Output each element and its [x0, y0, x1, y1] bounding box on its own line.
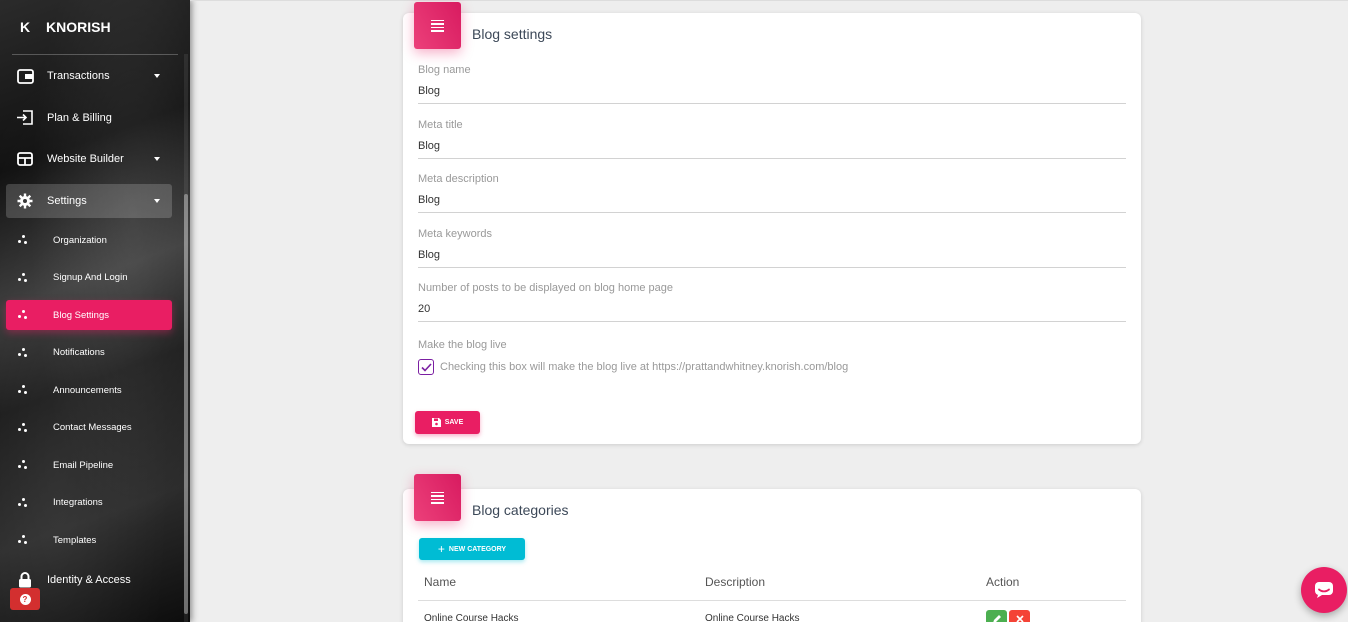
brand-mini-logo: K [20, 19, 31, 35]
table-header-divider [418, 600, 1126, 601]
card-title: Blog settings [472, 26, 553, 42]
sidebar-subitem-announcements[interactable]: Announcements [6, 375, 172, 405]
dots-icon [18, 460, 36, 470]
sidebar-subitem-label: Contact Messages [53, 422, 132, 433]
sidebar-item-label: Transactions [47, 70, 110, 82]
meta-description-field[interactable]: Meta description Blog [418, 173, 1126, 213]
sidebar-subitem-label: Announcements [53, 384, 122, 396]
field-label: Blog name [418, 64, 471, 76]
sidebar-subitem-label: Organization [53, 234, 107, 246]
blog-name-input[interactable]: Blog [418, 85, 1126, 104]
help-icon: ? [19, 593, 31, 605]
plus-icon: + [437, 542, 445, 556]
sidebar-subitem-label: Integrations [53, 497, 103, 508]
card-title: Blog categories [472, 502, 569, 518]
sidebar-item-website-builder[interactable]: Website Builder [6, 142, 172, 176]
sidebar-subitem-label: Notifications [53, 347, 105, 358]
sidebar-item-label: Plan & Billing [47, 111, 112, 124]
meta-title-field[interactable]: Meta title Blog [418, 119, 1126, 159]
column-header-name: Name [424, 575, 457, 589]
meta-keywords-input[interactable]: Blog [418, 249, 1126, 268]
column-header-description: Description [705, 575, 766, 589]
field-label: Meta title [418, 119, 463, 131]
brand[interactable]: K KNORISH [0, 0, 190, 54]
sidebar-subitem-blog-settings[interactable]: Blog Settings [6, 300, 172, 330]
make-live-label: Make the blog live [418, 339, 1126, 351]
layout-icon [16, 150, 34, 168]
posts-count-input[interactable]: 20 [418, 303, 1126, 322]
sidebar-subitem-label: Signup And Login [53, 272, 128, 283]
dots-icon [18, 272, 36, 283]
caret-down-icon [154, 198, 160, 203]
make-live-row: Checking this box will make the blog liv… [418, 359, 848, 375]
dots-icon [18, 497, 36, 508]
brand-name: KNORISH [46, 19, 111, 35]
sidebar-subitem-templates[interactable]: Templates [6, 525, 172, 555]
dots-icon [18, 310, 36, 320]
caret-down-icon [154, 157, 160, 161]
brand-divider [12, 54, 178, 55]
make-live-text: Checking this box will make the blog liv… [440, 361, 849, 373]
top-border [190, 0, 1348, 1]
sidebar-subitem-contact-messages[interactable]: Contact Messages [6, 413, 172, 443]
save-label: SAVE [444, 419, 464, 426]
field-label: Make the blog live [418, 339, 507, 351]
sidebar-subitem-label: Blog Settings [53, 309, 109, 321]
sidebar-item-label: Settings [47, 194, 87, 207]
dots-icon [18, 235, 36, 245]
field-label: Meta keywords [418, 228, 492, 240]
meta-description-input[interactable]: Blog [418, 194, 1126, 213]
sidebar-subitem-organization[interactable]: Organization [6, 225, 172, 255]
sidebar-item-plan-billing[interactable]: Plan & Billing [6, 101, 172, 135]
login-icon [16, 109, 34, 127]
sidebar-subitem-signup-login[interactable]: Signup And Login [6, 263, 172, 293]
category-description-cell: Online Course Hacks [705, 613, 800, 622]
save-button[interactable]: SAVE [415, 411, 480, 434]
posts-count-field[interactable]: Number of posts to be displayed on blog … [418, 282, 1126, 322]
check-icon [420, 362, 432, 372]
field-label: Meta description [418, 173, 499, 185]
chat-icon [1315, 582, 1333, 598]
sidebar-item-label: Identity & Access [47, 573, 131, 586]
blog-name-field[interactable]: Blog name Blog [418, 64, 1126, 104]
sidebar-item-transactions[interactable]: Transactions [6, 59, 172, 93]
floppy-disk-icon [431, 418, 441, 427]
dots-icon [18, 535, 36, 545]
edit-button[interactable] [986, 610, 1007, 622]
gear-icon [16, 192, 34, 210]
dots-icon [18, 385, 36, 395]
meta-keywords-field[interactable]: Meta keywords Blog [418, 228, 1126, 268]
caret-down-icon [154, 74, 160, 78]
sidebar-subitem-label: Templates [53, 534, 97, 546]
chat-widget-button[interactable] [1301, 567, 1347, 613]
blog-settings-card: Blog settings Blog name Blog Meta title … [403, 2, 1141, 444]
sidebar-item-settings[interactable]: Settings [6, 183, 172, 218]
pencil-icon [992, 615, 1001, 622]
wallet-icon [16, 67, 34, 85]
sidebar-item-label: Website Builder [47, 153, 124, 165]
field-label: Number of posts to be displayed on blog … [418, 282, 673, 294]
sidebar: K KNORISH Transactions Plan & Billing We… [0, 0, 190, 622]
help-button[interactable]: ? [10, 588, 40, 610]
list-icon [414, 474, 461, 521]
blog-categories-card: Blog categories + NEW CATEGORY Name Desc… [403, 474, 1141, 622]
column-header-action: Action [986, 575, 1020, 589]
meta-title-input[interactable]: Blog [418, 140, 1126, 159]
list-icon [414, 2, 461, 49]
sidebar-subitem-email-pipeline[interactable]: Email Pipeline [6, 450, 172, 480]
make-live-checkbox[interactable] [418, 359, 434, 375]
delete-button[interactable] [1009, 610, 1030, 622]
sidebar-subitem-label: Email Pipeline [53, 459, 114, 471]
sidebar-subitem-notifications[interactable]: Notifications [6, 338, 172, 368]
close-icon [1015, 615, 1024, 622]
dots-icon [18, 347, 36, 358]
category-name-cell: Online Course Hacks [424, 613, 519, 622]
dots-icon [18, 422, 36, 433]
new-category-label: NEW CATEGORY [448, 545, 507, 553]
lock-icon [16, 571, 34, 589]
sidebar-subitem-integrations[interactable]: Integrations [6, 488, 172, 518]
sidebar-nav: Transactions Plan & Billing Website Buil… [0, 59, 190, 597]
new-category-button[interactable]: + NEW CATEGORY [419, 538, 525, 560]
